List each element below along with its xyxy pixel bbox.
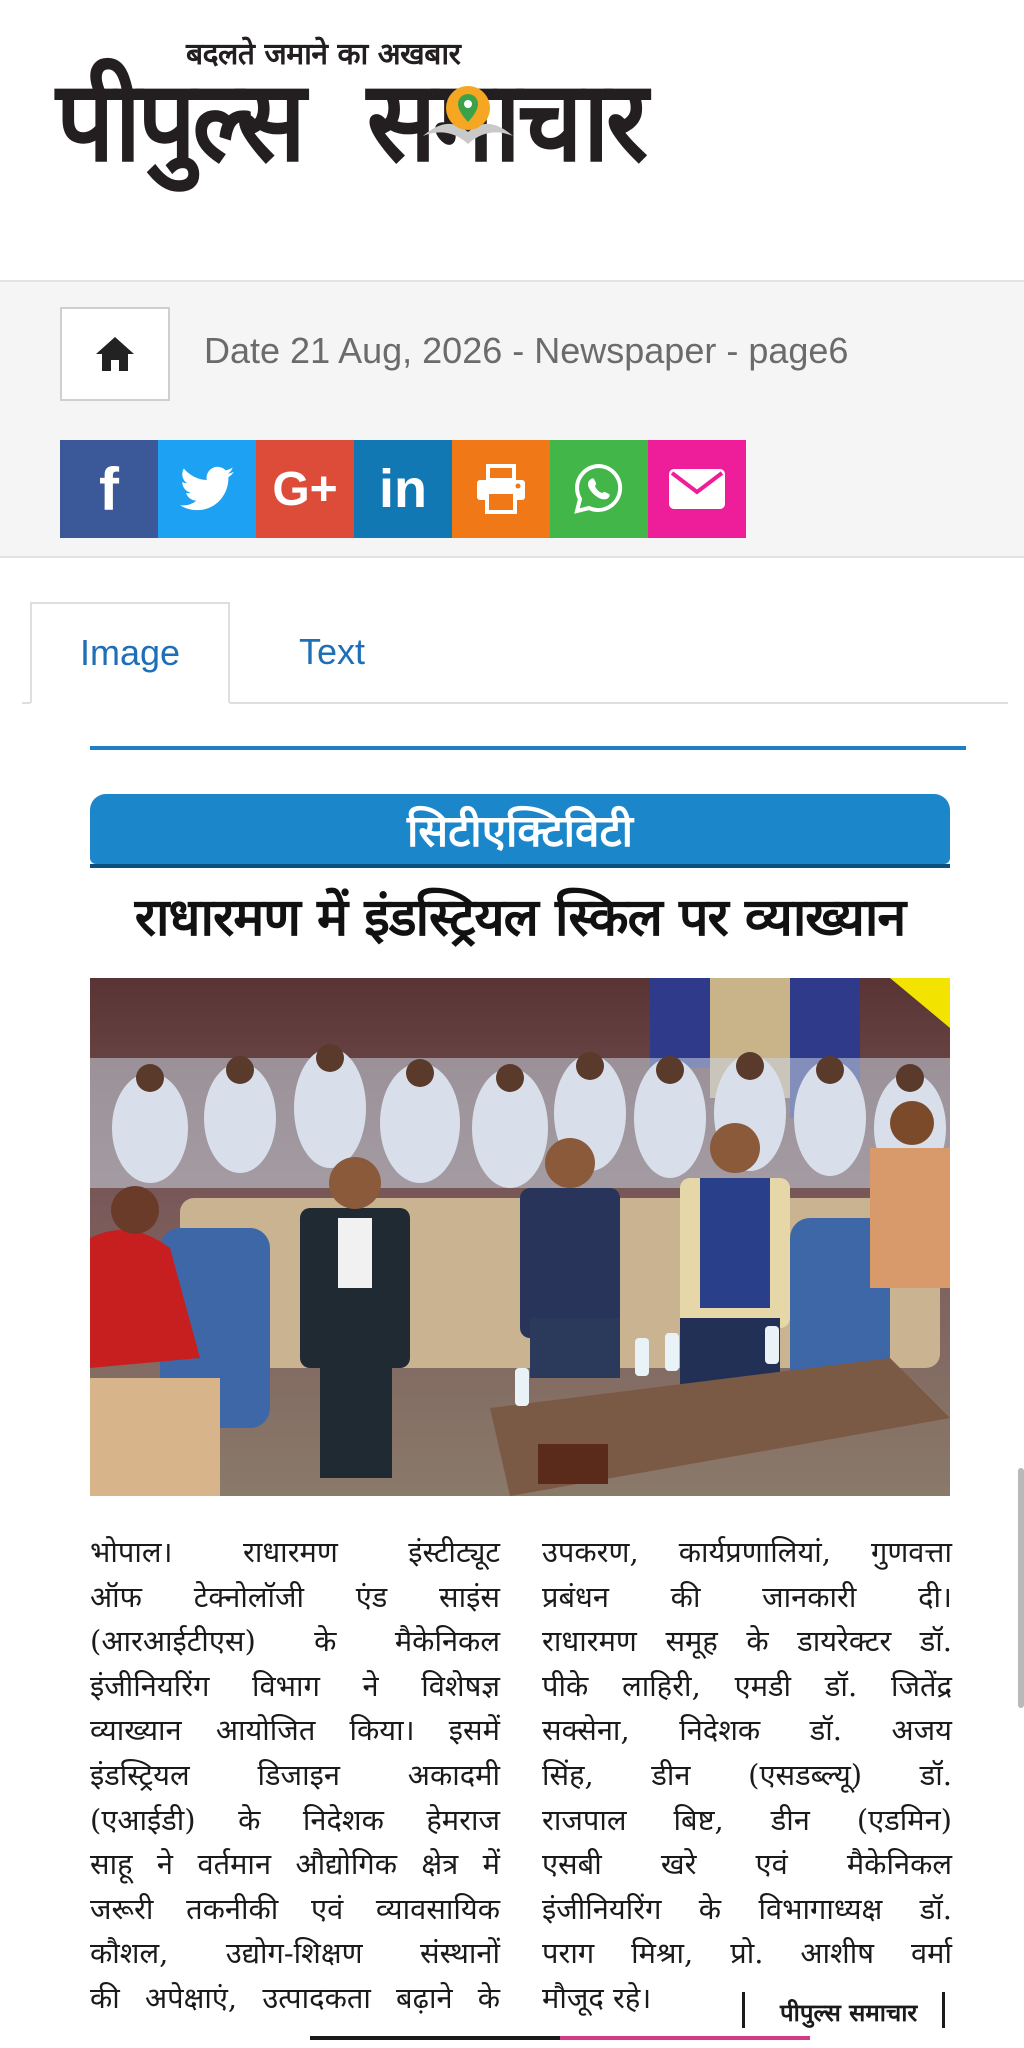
event-photo <box>90 978 950 1496</box>
article-line: राधारमण समूह के डायरेक्टर डॉ. <box>542 1624 952 1659</box>
print-button[interactable] <box>452 440 550 538</box>
article-line: पीके लाहिरी, एमडी डॉ. जितेंद्र <box>542 1668 952 1703</box>
page-date-info: Date 21 Aug, 2026 - Newspaper - page6 <box>204 330 849 371</box>
article-line: जरूरी तकनीकी एवं व्यावसायिक <box>90 1891 500 1926</box>
whatsapp-icon <box>574 463 623 514</box>
article-line: भोपाल। राधारमण इंस्टीट्यूट <box>90 1535 500 1569</box>
printer-icon <box>477 464 525 514</box>
google-plus-icon: G+ <box>272 462 338 516</box>
article-line: (एआईडी) के निदेशक हेमराज <box>90 1802 500 1837</box>
twitter-icon <box>180 466 234 511</box>
twitter-share-button[interactable] <box>158 440 256 538</box>
article-toolbar: Date 21 Aug, 2026 - Newspaper - page6 f … <box>0 280 1024 558</box>
article-line: ऑफ टेक्नोलॉजी एंड साइंस <box>90 1579 500 1614</box>
facebook-share-button[interactable]: f <box>60 440 158 538</box>
logo-emblem-icon <box>423 86 513 144</box>
top-rule <box>90 746 966 750</box>
tab-text[interactable]: Text <box>252 602 412 702</box>
article-line: व्याख्यान आयोजित किया। इसमें <box>90 1713 500 1748</box>
bottom-rule <box>310 2036 560 2040</box>
newspaper-logo[interactable]: पीपुल्स समाचार <box>56 62 648 182</box>
tab-image[interactable]: Image <box>30 602 230 704</box>
article-line: सिंह, डीन (एसडब्ल्यू) डॉ. <box>542 1757 952 1792</box>
article-line: प्रबंधन की जानकारी दी। <box>542 1579 952 1614</box>
logo-name-left: पीपुल्स <box>56 57 306 187</box>
home-button[interactable] <box>60 307 170 401</box>
article-byline: पीपुल्स समाचार <box>780 1998 918 2027</box>
article-headline: राधारमण में इंडस्ट्रियल स्किल पर व्याख्य… <box>134 888 906 948</box>
scrollbar[interactable] <box>1018 1468 1024 1708</box>
byline-divider <box>742 1992 745 2028</box>
article-line: उपकरण, कार्यप्रणालियां, गुणवत्ता <box>542 1535 952 1569</box>
article-line: सक्सेना, निदेशक डॉ. अजय <box>542 1713 952 1748</box>
article-line: (आरआईटीएस) के मैकेनिकल <box>90 1624 500 1659</box>
linkedin-icon: in <box>379 459 427 519</box>
google-plus-share-button[interactable]: G+ <box>256 440 354 538</box>
article-column-left: भोपाल। राधारमण इंस्टीट्यूट ऑफ टेक्नोलॉजी… <box>90 1530 500 2021</box>
section-title: सिटीएक्टिविटी <box>406 806 634 857</box>
bottom-rule <box>560 2036 810 2040</box>
newspaper-clipping: सिटीएक्टिविटी राधारमण में इंडस्ट्रियल स्… <box>90 746 966 2048</box>
banner-underline <box>90 864 950 868</box>
section-banner: सिटीएक्टिविटी <box>90 794 950 864</box>
email-icon <box>669 469 725 509</box>
share-bar: f G+ in <box>60 440 746 538</box>
linkedin-share-button[interactable]: in <box>354 440 452 538</box>
content-tabs: Image Text <box>22 602 1008 704</box>
article-line: एसबी खरे एवं मैकेनिकल <box>542 1847 952 1882</box>
article-line: इंजीनियरिंग विभाग ने विशेषज्ञ <box>90 1668 500 1703</box>
article-line: साहू ने वर्तमान औद्योगिक क्षेत्र में <box>90 1847 500 1882</box>
home-icon <box>96 337 134 371</box>
article-line: राजपाल बिष्ट, डीन (एडमिन) <box>542 1802 952 1837</box>
byline-divider <box>942 1992 945 2028</box>
article-line: इंजीनियरिंग के विभागाध्यक्ष डॉ. <box>542 1891 952 1926</box>
article-line: पराग मिश्रा, प्रो. आशीष वर्मा <box>542 1936 952 1971</box>
article-line: कौशल, उद्योग-शिक्षण संस्थानों <box>90 1936 500 1971</box>
article-line: इंडस्ट्रियल डिजाइन अकादमी <box>90 1757 500 1792</box>
whatsapp-share-button[interactable] <box>550 440 648 538</box>
masthead: बदलते जमाने का अखबार पीपुल्स समाचार <box>0 0 1024 280</box>
article-line: की अपेक्षाएं, उत्पादकता बढ़ाने के <box>90 1980 500 2015</box>
email-share-button[interactable] <box>648 440 746 538</box>
facebook-icon: f <box>99 455 119 523</box>
article-column-right: उपकरण, कार्यप्रणालियां, गुणवत्ता प्रबंधन… <box>542 1530 952 2021</box>
